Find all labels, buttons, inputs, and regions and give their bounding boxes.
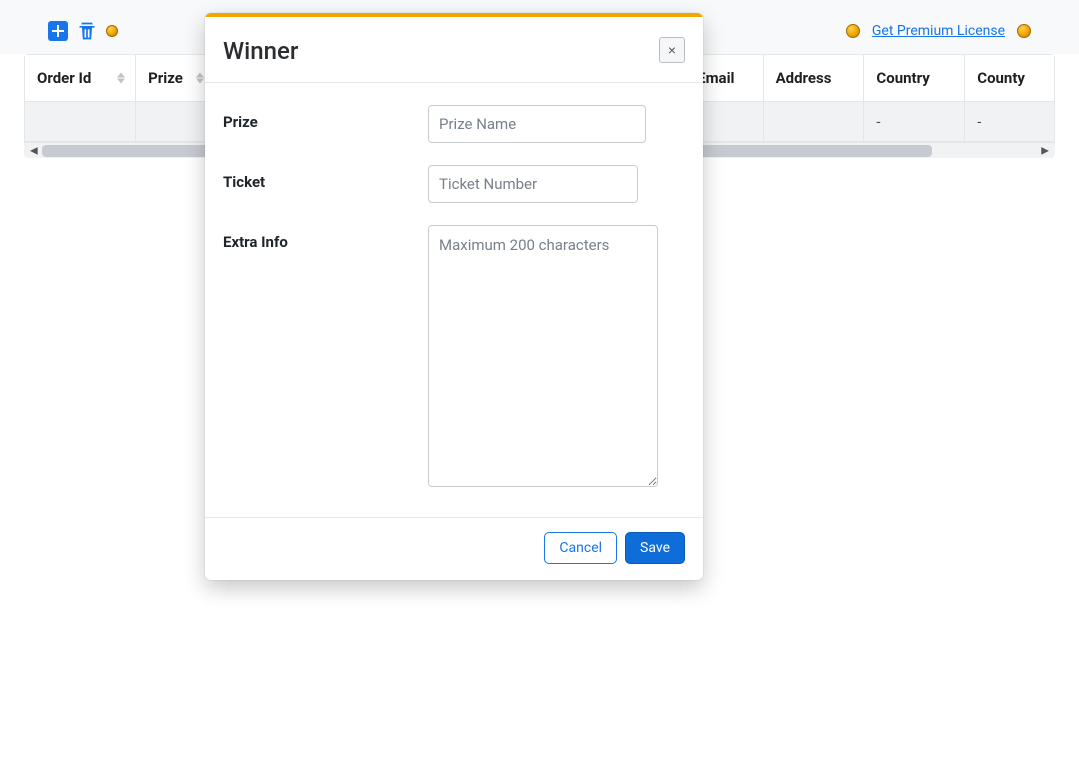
form-row-ticket: Ticket: [223, 165, 685, 203]
modal-title: Winner: [223, 37, 298, 66]
column-header[interactable]: Country: [864, 54, 965, 102]
winner-modal: Winner × Prize Ticket Extra Info: [205, 13, 703, 580]
column-header-label: County: [977, 69, 1025, 87]
coin-icon: [1017, 24, 1031, 38]
close-button[interactable]: ×: [659, 37, 685, 63]
column-header-label: Address: [776, 69, 832, 87]
column-header[interactable]: Prize: [136, 54, 214, 102]
save-button[interactable]: Save: [625, 532, 685, 564]
modal-body: Prize Ticket Extra Info: [205, 83, 703, 517]
table-cell: [136, 102, 214, 142]
add-icon[interactable]: [48, 21, 68, 41]
table-cell: [764, 102, 865, 142]
table-cell: -: [965, 102, 1055, 142]
sort-icon[interactable]: [196, 73, 204, 84]
column-header-label: Order Id: [37, 69, 91, 87]
prize-label: Prize: [223, 105, 428, 131]
modal-header: Winner ×: [205, 17, 703, 83]
modal-footer: Cancel Save: [205, 517, 703, 580]
trash-icon[interactable]: [76, 20, 98, 42]
column-header[interactable]: Order Id: [24, 54, 136, 102]
form-row-extra-info: Extra Info: [223, 225, 685, 491]
scroll-right-icon[interactable]: ▶: [1041, 145, 1049, 156]
ticket-input[interactable]: [428, 165, 638, 203]
toolbar-right: Get Premium License: [846, 23, 1031, 39]
extra-info-textarea[interactable]: [428, 225, 658, 487]
column-header[interactable]: Address: [764, 54, 865, 102]
prize-input[interactable]: [428, 105, 646, 143]
extra-info-label: Extra Info: [223, 225, 428, 251]
scroll-left-icon[interactable]: ◀: [30, 145, 38, 156]
sort-icon[interactable]: [117, 73, 125, 84]
form-row-prize: Prize: [223, 105, 685, 143]
table-cell: [24, 102, 136, 142]
column-header-label: Prize: [148, 69, 183, 87]
toolbar-left: [48, 20, 118, 42]
cancel-button[interactable]: Cancel: [544, 532, 617, 564]
ticket-label: Ticket: [223, 165, 428, 191]
column-header[interactable]: County: [965, 54, 1055, 102]
table-cell: -: [864, 102, 965, 142]
coin-icon: [106, 25, 118, 37]
coin-icon: [846, 24, 860, 38]
column-header-label: Country: [876, 69, 929, 87]
premium-link[interactable]: Get Premium License: [872, 23, 1005, 39]
